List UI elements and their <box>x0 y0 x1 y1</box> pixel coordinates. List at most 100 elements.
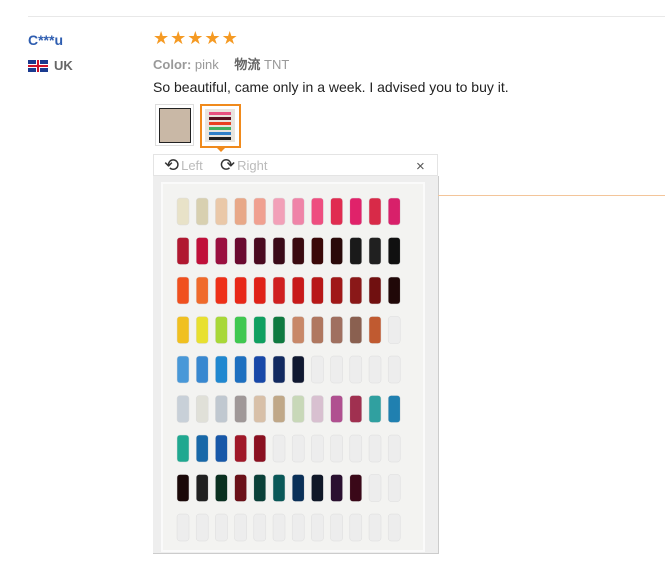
nail-swatch <box>311 276 324 305</box>
swatch-thumbnail-image <box>205 109 235 142</box>
star-icon: ★ <box>153 28 170 48</box>
nail-swatch <box>311 395 324 423</box>
star-icon: ★ <box>170 28 187 48</box>
nail-swatch <box>330 513 343 542</box>
nail-swatch <box>330 316 343 344</box>
nail-swatch <box>272 276 286 305</box>
nail-swatch <box>272 474 286 502</box>
nail-swatch <box>330 197 343 226</box>
nail-swatch <box>215 197 228 226</box>
nail-swatch <box>368 434 382 463</box>
nail-swatch <box>253 434 267 463</box>
shipping-value: TNT <box>264 57 290 72</box>
nail-swatch <box>368 474 382 502</box>
nail-swatch <box>176 316 190 344</box>
selected-pointer <box>215 146 227 152</box>
nail-swatch <box>272 237 286 265</box>
divider <box>28 16 665 17</box>
nail-swatch <box>215 316 228 344</box>
review-photo-thumbnail[interactable] <box>155 104 194 146</box>
nail-swatch <box>234 237 247 265</box>
nail-swatch <box>368 197 382 226</box>
nail-swatch <box>215 474 228 502</box>
nail-swatch <box>253 395 267 423</box>
nail-swatch <box>176 197 190 226</box>
nail-swatch <box>215 237 228 265</box>
nail-swatch <box>349 395 363 423</box>
nail-swatch <box>349 237 363 265</box>
nail-swatch <box>330 355 343 384</box>
nail-swatch <box>311 237 324 265</box>
nail-swatch <box>349 355 363 384</box>
star-icon: ★ <box>221 28 238 48</box>
nail-swatch <box>387 474 401 502</box>
star-icon: ★ <box>204 28 221 48</box>
nail-swatch <box>291 276 305 305</box>
review-text: So beautiful, came only in a week. I adv… <box>153 79 509 95</box>
country-code: UK <box>54 58 73 73</box>
nail-swatch <box>195 276 209 305</box>
order-attributes: Color: pink 物流 TNT <box>153 54 289 73</box>
nail-swatch <box>291 197 305 226</box>
rotate-left-icon: ⟲ <box>164 155 180 175</box>
nail-swatch <box>234 276 247 305</box>
nail-swatch <box>215 355 228 384</box>
nail-swatch <box>253 474 267 502</box>
rotate-right-button[interactable]: ⟳ Right <box>220 156 267 174</box>
nail-swatch <box>195 316 209 344</box>
rotate-left-button[interactable]: ⟲ Left <box>164 155 203 175</box>
nail-swatch <box>176 434 190 463</box>
nail-swatch <box>387 276 401 305</box>
nail-swatch <box>387 237 401 265</box>
nail-swatch <box>291 395 305 423</box>
rotate-left-label: Left <box>181 157 203 173</box>
nail-swatch <box>195 434 209 463</box>
nail-swatch <box>176 237 190 265</box>
image-viewer-toolbar: ⟲ Left ⟳ Right × <box>153 154 438 176</box>
nail-swatch <box>215 434 228 463</box>
nail-swatch <box>387 513 401 542</box>
nail-swatch <box>253 355 267 384</box>
nail-swatch <box>272 434 286 463</box>
nail-swatch <box>387 316 401 344</box>
nail-swatch <box>291 237 305 265</box>
nail-swatch <box>368 355 382 384</box>
nail-swatch <box>368 513 382 542</box>
close-viewer-button[interactable]: × <box>416 158 425 175</box>
color-label: Color: <box>153 57 192 72</box>
nail-swatch <box>311 197 324 226</box>
shipping-label: 物流 <box>234 57 261 72</box>
review-photo-thumbnail-selected[interactable] <box>200 104 241 148</box>
nail-swatch <box>195 395 209 423</box>
nail-swatch <box>215 276 228 305</box>
nail-swatch <box>234 434 247 463</box>
nail-swatch <box>311 474 324 502</box>
reviewer-country: UK <box>28 58 73 73</box>
nail-swatch <box>330 474 343 502</box>
nail-swatch <box>195 474 209 502</box>
nail-swatch <box>195 513 209 542</box>
reviewer-name: C***u <box>28 32 64 48</box>
nail-swatch <box>234 513 247 542</box>
nail-swatch <box>387 355 401 384</box>
nail-swatch <box>253 276 267 305</box>
nail-swatch <box>387 434 401 463</box>
nail-swatch <box>195 197 209 226</box>
nail-swatch <box>368 276 382 305</box>
nail-swatch <box>272 355 286 384</box>
nail-swatch <box>291 513 305 542</box>
nail-swatch <box>311 513 324 542</box>
nail-swatch <box>253 237 267 265</box>
nail-swatch <box>387 197 401 226</box>
nail-swatch <box>215 395 228 423</box>
nail-swatch <box>234 197 247 226</box>
nail-swatch <box>330 395 343 423</box>
nail-swatch <box>234 355 247 384</box>
nail-swatch <box>311 316 324 344</box>
nail-swatch <box>195 237 209 265</box>
nail-swatch <box>272 197 286 226</box>
nail-swatch <box>349 197 363 226</box>
uk-flag-icon <box>28 59 48 72</box>
star-rating: ★ ★ ★ ★ ★ <box>153 29 238 47</box>
nail-swatch <box>253 513 267 542</box>
